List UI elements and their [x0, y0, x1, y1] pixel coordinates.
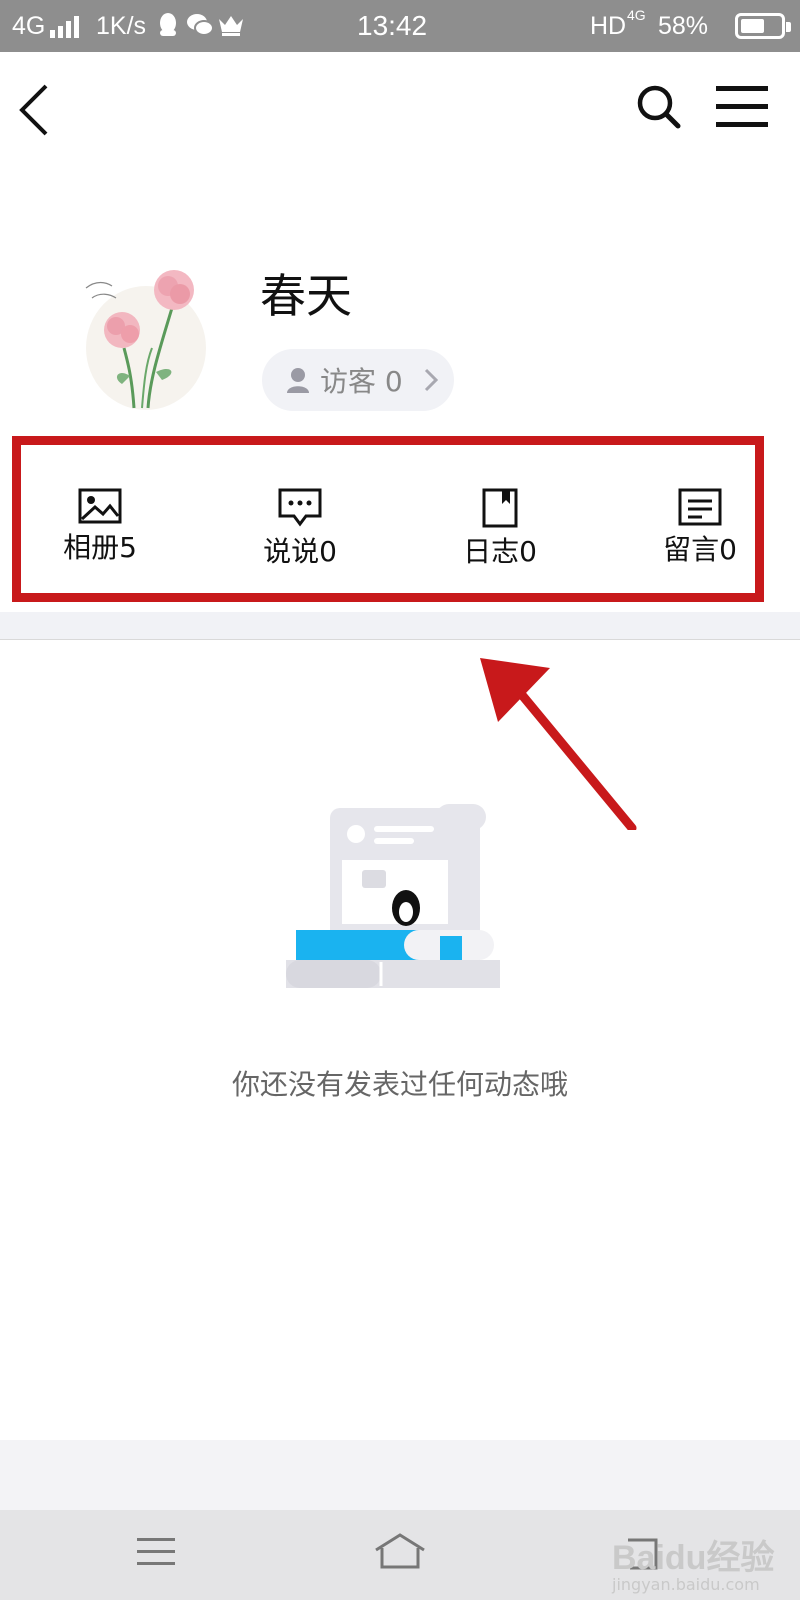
empty-feed-illustration: [286, 804, 500, 988]
watermark-brand: Baidu经验: [612, 1539, 775, 1577]
highlight-box: [12, 436, 764, 602]
wechat-icon: [187, 14, 214, 36]
qq-icon: [160, 13, 176, 36]
battery-fill: [741, 19, 764, 33]
nav-bar: [0, 52, 800, 162]
visitor-label: 访客 0: [320, 365, 403, 398]
section-divider: [0, 612, 800, 640]
empty-state-text: 你还没有发表过任何动态哦: [231, 1068, 568, 1101]
person-icon: [287, 368, 309, 393]
avatar[interactable]: [82, 268, 210, 414]
network-speed: 1K/s: [96, 12, 147, 40]
chevron-right-icon: [424, 368, 438, 392]
clock: 13:42: [357, 10, 428, 41]
hd-network-label: 4G: [627, 7, 646, 23]
watermark: Baidu经验 jingyan.baidu.com: [612, 1530, 774, 1594]
recent-apps-icon[interactable]: [137, 1536, 175, 1568]
battery-icon: [735, 13, 791, 39]
status-bar: 4G 1K/s 13:42 HD 4G 58%: [0, 0, 800, 52]
profile-name: 春天: [260, 269, 352, 323]
watermark-site: jingyan.baidu.com: [612, 1575, 760, 1594]
bottom-band: [0, 1440, 800, 1510]
network-label: 4G: [12, 12, 46, 40]
crown-icon: [219, 16, 243, 36]
home-icon[interactable]: [373, 1532, 427, 1570]
back-arrow-icon[interactable]: [14, 82, 54, 138]
search-icon[interactable]: [636, 84, 682, 130]
battery-percent: 58%: [658, 12, 709, 40]
signal-icon: [50, 16, 79, 38]
visitor-button[interactable]: 访客 0: [262, 349, 454, 411]
menu-icon[interactable]: [716, 84, 768, 130]
hd-label: HD: [590, 12, 627, 40]
